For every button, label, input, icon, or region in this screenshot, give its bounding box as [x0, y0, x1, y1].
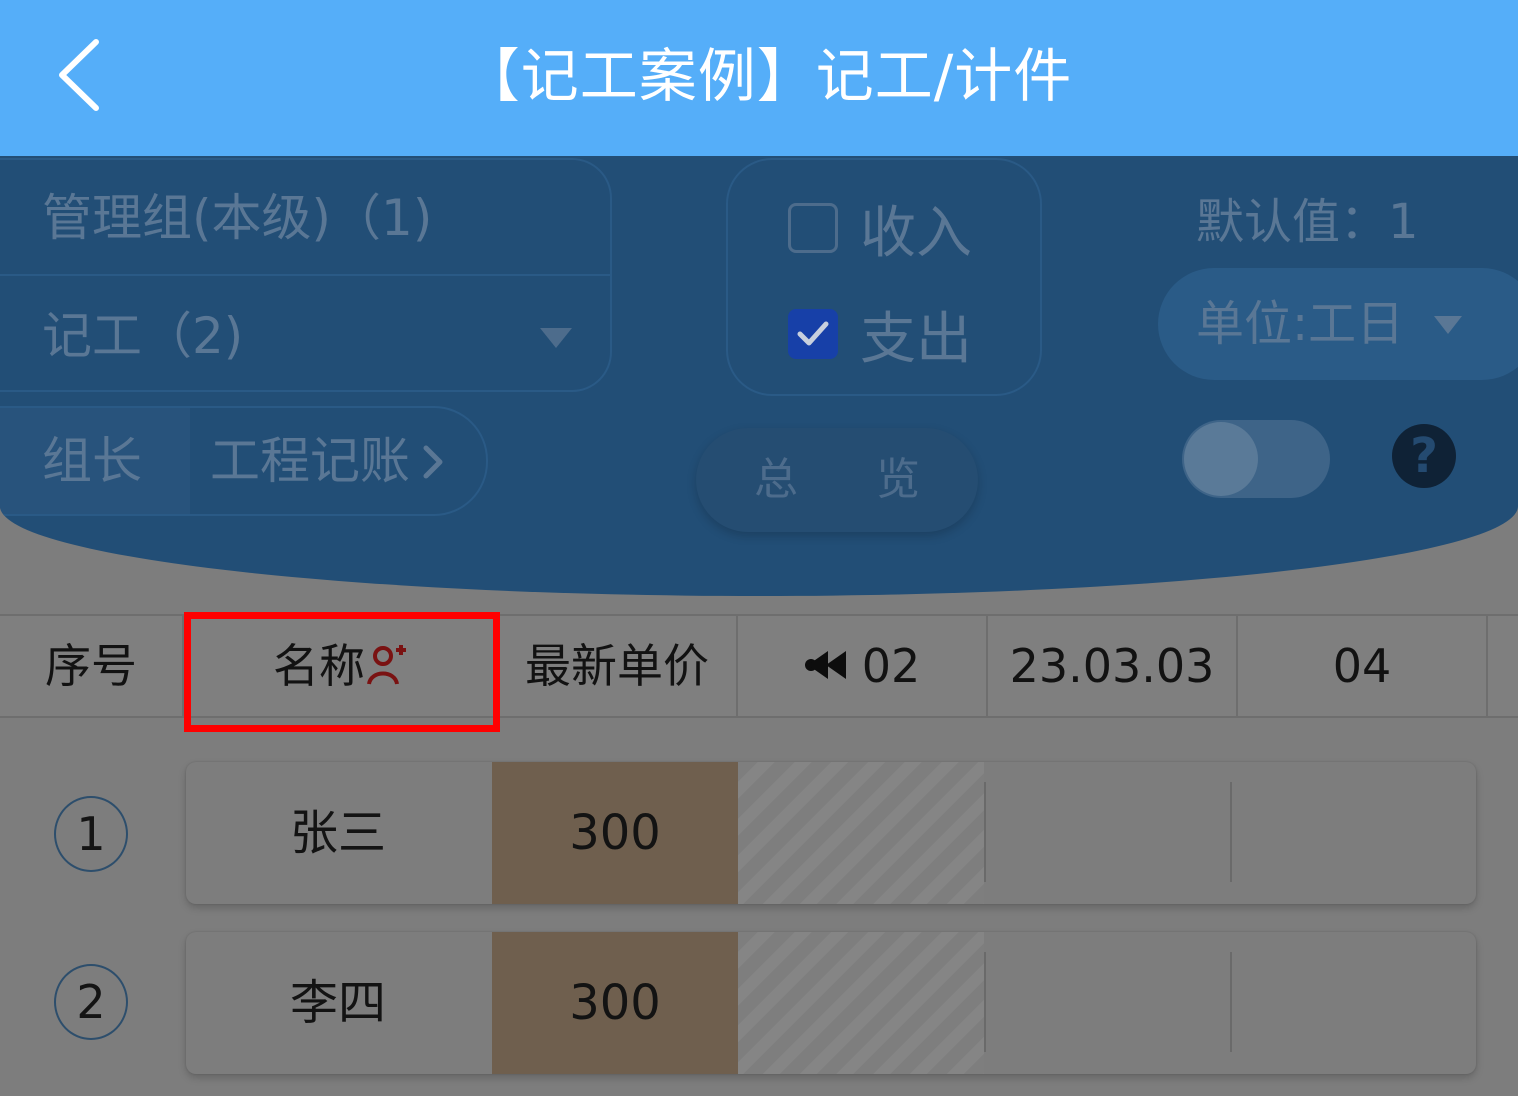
row-cell-disabled	[738, 932, 984, 1074]
record-type-select[interactable]: 记工（2)	[0, 278, 610, 394]
default-value[interactable]: 默认值：1	[1196, 182, 1419, 252]
row-index: 2	[54, 964, 128, 1040]
table-row[interactable]: 李四 300	[186, 932, 1476, 1074]
mode-toggle[interactable]	[1182, 420, 1330, 498]
cell-divider	[1230, 782, 1232, 882]
leader-row: 组长 工程记账	[0, 406, 488, 516]
page-title: 【记工案例】记工/计件	[461, 42, 1073, 110]
row-price[interactable]: 300	[492, 762, 738, 904]
row-name[interactable]: 张三	[186, 762, 490, 904]
row-index: 1	[54, 796, 128, 872]
project-ledger-label: 工程记账	[210, 432, 410, 490]
caret-down-icon	[540, 328, 572, 348]
group-selector: 管理组(本级)（1) 记工（2)	[0, 158, 612, 392]
unit-select[interactable]: 单位:工日	[1158, 268, 1518, 380]
highlight-box	[184, 612, 500, 732]
project-ledger-link[interactable]: 工程记账	[210, 408, 446, 514]
app-bar: 【记工案例】记工/计件	[0, 0, 1518, 156]
row-name[interactable]: 李四	[186, 932, 490, 1074]
checkmark-icon	[797, 321, 829, 346]
table-row[interactable]: 张三 300	[186, 762, 1476, 904]
caret-down-icon	[1434, 316, 1462, 334]
column-price-header: 最新单价	[498, 616, 738, 716]
column-index-header: 序号	[0, 616, 184, 716]
column-date-current[interactable]: 23.03.03	[988, 616, 1238, 716]
cell-divider	[1230, 952, 1232, 1052]
row-price[interactable]: 300	[492, 932, 738, 1074]
chevron-right-icon	[423, 445, 443, 479]
income-label: 收入	[860, 200, 972, 266]
cell-divider	[984, 952, 986, 1052]
rewind-icon[interactable]	[804, 648, 848, 682]
group-name[interactable]: 管理组(本级)（1)	[0, 160, 610, 276]
income-checkbox[interactable]	[788, 203, 838, 253]
row-cell-disabled	[738, 762, 984, 904]
cell-divider	[984, 782, 986, 882]
expense-option[interactable]: 支出	[788, 294, 972, 374]
expense-label: 支出	[860, 306, 972, 372]
settings-panel: 管理组(本级)（1) 记工（2) 组长 工程记账 收入 支出 总 览 默认值：1…	[0, 156, 1518, 596]
toggle-knob	[1184, 422, 1258, 496]
column-date-prev[interactable]: 02	[738, 616, 988, 716]
leader-label: 组长	[0, 408, 190, 514]
date-prev-label: 02	[861, 639, 921, 693]
help-icon[interactable]: ?	[1392, 424, 1456, 488]
column-date-next[interactable]: 04	[1238, 616, 1488, 716]
record-type-label: 记工（2)	[42, 307, 244, 365]
income-option[interactable]: 收入	[788, 188, 972, 268]
overview-button[interactable]: 总 览	[696, 428, 978, 532]
unit-label: 单位:工日	[1196, 296, 1405, 352]
expense-checkbox[interactable]	[788, 309, 838, 359]
income-expense-group: 收入 支出	[726, 158, 1042, 396]
